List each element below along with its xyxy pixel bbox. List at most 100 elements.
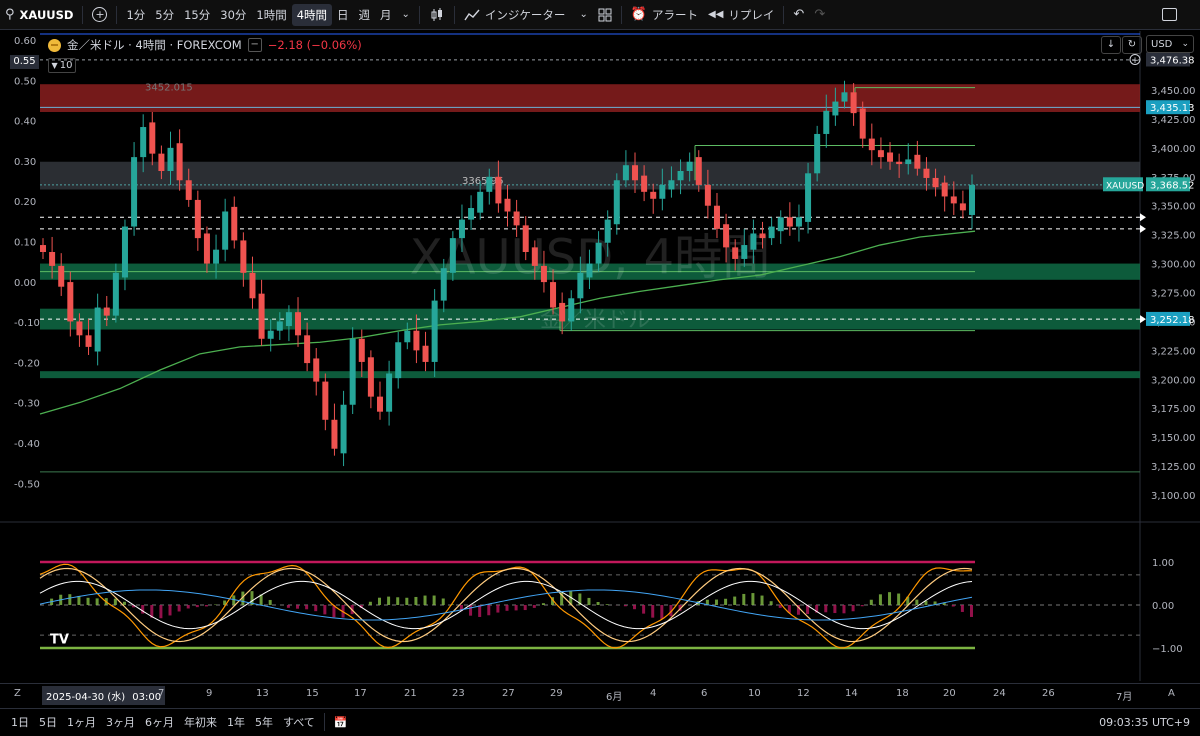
candle-body: [186, 180, 192, 200]
candle-body: [887, 152, 893, 161]
interval-15m[interactable]: 15分: [179, 0, 215, 30]
range-1m[interactable]: 1ヶ月: [62, 714, 101, 730]
candle-body: [841, 92, 847, 101]
range-1d[interactable]: 1日: [6, 714, 34, 730]
candle-body: [714, 206, 720, 229]
candle-body: [213, 250, 219, 264]
candle-body: [878, 150, 884, 157]
range-6m[interactable]: 6ヶ月: [140, 714, 179, 730]
candle-body: [313, 358, 319, 381]
interval-30m[interactable]: 30分: [215, 0, 251, 30]
time-label: 7月: [1116, 688, 1132, 703]
left-scale-tick: 0.60: [14, 36, 36, 47]
hide-series-button[interactable]: −: [248, 38, 262, 52]
scroll-to-latest-button[interactable]: ↓: [1101, 36, 1121, 54]
range-5y[interactable]: 5年: [250, 714, 278, 730]
refresh-icon: ↻: [1128, 39, 1136, 50]
interval-1m[interactable]: 1分: [121, 0, 150, 30]
candle-body: [814, 134, 820, 173]
price-tick: 3,100.00: [1151, 491, 1196, 502]
candle-body: [933, 178, 939, 187]
histogram-bar: [733, 597, 736, 605]
range-5d[interactable]: 5日: [34, 714, 62, 730]
histogram-bar: [970, 605, 973, 617]
histogram-bar: [424, 596, 427, 605]
price-tick: 3,425.00: [1151, 115, 1196, 126]
price-tag-top: 3,476.38: [1150, 55, 1195, 66]
calendar-icon: 📅: [334, 716, 348, 729]
time-axis[interactable]: Z 2025-04-30 (水) 03:00 79131517212327296…: [0, 683, 1200, 704]
candle-body: [577, 273, 583, 298]
indicator-collapse-button[interactable]: ▼10: [48, 58, 76, 73]
candle-body: [605, 220, 611, 243]
histogram-bar: [642, 605, 645, 614]
interval-1d[interactable]: 日: [332, 0, 354, 30]
interval-5m[interactable]: 5分: [150, 0, 179, 30]
interval-dropdown[interactable]: ⌄: [397, 0, 415, 30]
candle-body: [495, 177, 501, 204]
histogram-bar: [87, 598, 90, 605]
goto-date-button[interactable]: 📅: [329, 716, 353, 729]
histogram-bar: [378, 598, 381, 605]
candle-body: [404, 331, 410, 343]
undo-button[interactable]: ↶: [788, 0, 809, 30]
interval-1h[interactable]: 1時間: [251, 0, 291, 30]
time-label: 6月: [606, 688, 622, 703]
range-ytd[interactable]: 年初来: [179, 714, 222, 730]
candle-body: [395, 342, 401, 378]
price-tick: 3,325.00: [1151, 231, 1196, 242]
histogram-bar: [487, 605, 490, 615]
interval-1mo[interactable]: 月: [375, 0, 397, 30]
timezone-z-button[interactable]: Z: [14, 688, 21, 699]
left-scale-tick: 0.40: [14, 117, 36, 128]
candle-body: [168, 148, 174, 171]
symbol-legend: 金／米ドル · 4時間 · FOREXCOM − −2.18 (−0.06%): [48, 37, 362, 53]
histogram-bar: [715, 600, 718, 605]
chart-type-button[interactable]: [424, 0, 450, 30]
alert-button[interactable]: ⏰ アラート: [626, 0, 703, 30]
price-chart[interactable]: 3452.0153365.96XAUUSD, 4時間金／米ドル3,450.003…: [0, 31, 1200, 681]
histogram-bar: [387, 597, 390, 605]
currency-select[interactable]: USD ⌄: [1146, 35, 1194, 53]
layout-button[interactable]: [593, 0, 617, 30]
range-1y[interactable]: 1年: [222, 714, 250, 730]
interval-1w[interactable]: 週: [354, 0, 376, 30]
auto-scale-a-button[interactable]: A: [1168, 688, 1175, 699]
chart-area[interactable]: 3452.0153365.96XAUUSD, 4時間金／米ドル3,450.003…: [0, 31, 1200, 681]
alarm-clock-icon: ⏰: [631, 7, 647, 22]
range-all[interactable]: すべて: [278, 714, 320, 730]
cursor-date: 2025-04-30 (水): [46, 692, 125, 703]
fullscreen-button[interactable]: [1157, 0, 1182, 30]
symbol-search[interactable]: ⚲ XAUUSD: [0, 0, 78, 30]
histogram-bar: [205, 605, 208, 606]
candle-body: [249, 273, 255, 298]
indicators-button[interactable]: インジケーター ⌄: [459, 0, 593, 30]
compare-button[interactable]: +: [87, 0, 112, 30]
candle-body: [532, 247, 538, 266]
candle-body: [49, 252, 55, 266]
candle-body: [268, 331, 274, 339]
candle-body: [505, 199, 511, 212]
candle-body: [295, 312, 301, 335]
histogram-bar: [587, 598, 590, 605]
replay-button[interactable]: ◀◀ リプレイ: [703, 0, 779, 30]
search-icon: ⚲: [5, 7, 15, 22]
time-label: 13: [256, 688, 269, 699]
candle-body: [668, 180, 674, 189]
candle-body: [778, 217, 784, 231]
candle-body: [568, 298, 574, 321]
range-3m[interactable]: 3ヶ月: [101, 714, 140, 730]
time-label: 14: [845, 688, 858, 699]
redo-button[interactable]: ↷: [809, 0, 830, 30]
divider: [324, 713, 325, 731]
histogram-bar: [533, 605, 536, 608]
candle-body: [796, 217, 802, 226]
price-tag-support: 3,252.18: [1150, 315, 1195, 326]
candle-body: [659, 185, 665, 199]
interval-4h[interactable]: 4時間: [292, 4, 332, 26]
candle-body: [350, 339, 356, 405]
watermark-name: 金／米ドル: [540, 308, 650, 333]
histogram-bar: [915, 600, 918, 605]
auto-scale-button[interactable]: ↻: [1122, 36, 1142, 54]
time-label: 18: [896, 688, 909, 699]
